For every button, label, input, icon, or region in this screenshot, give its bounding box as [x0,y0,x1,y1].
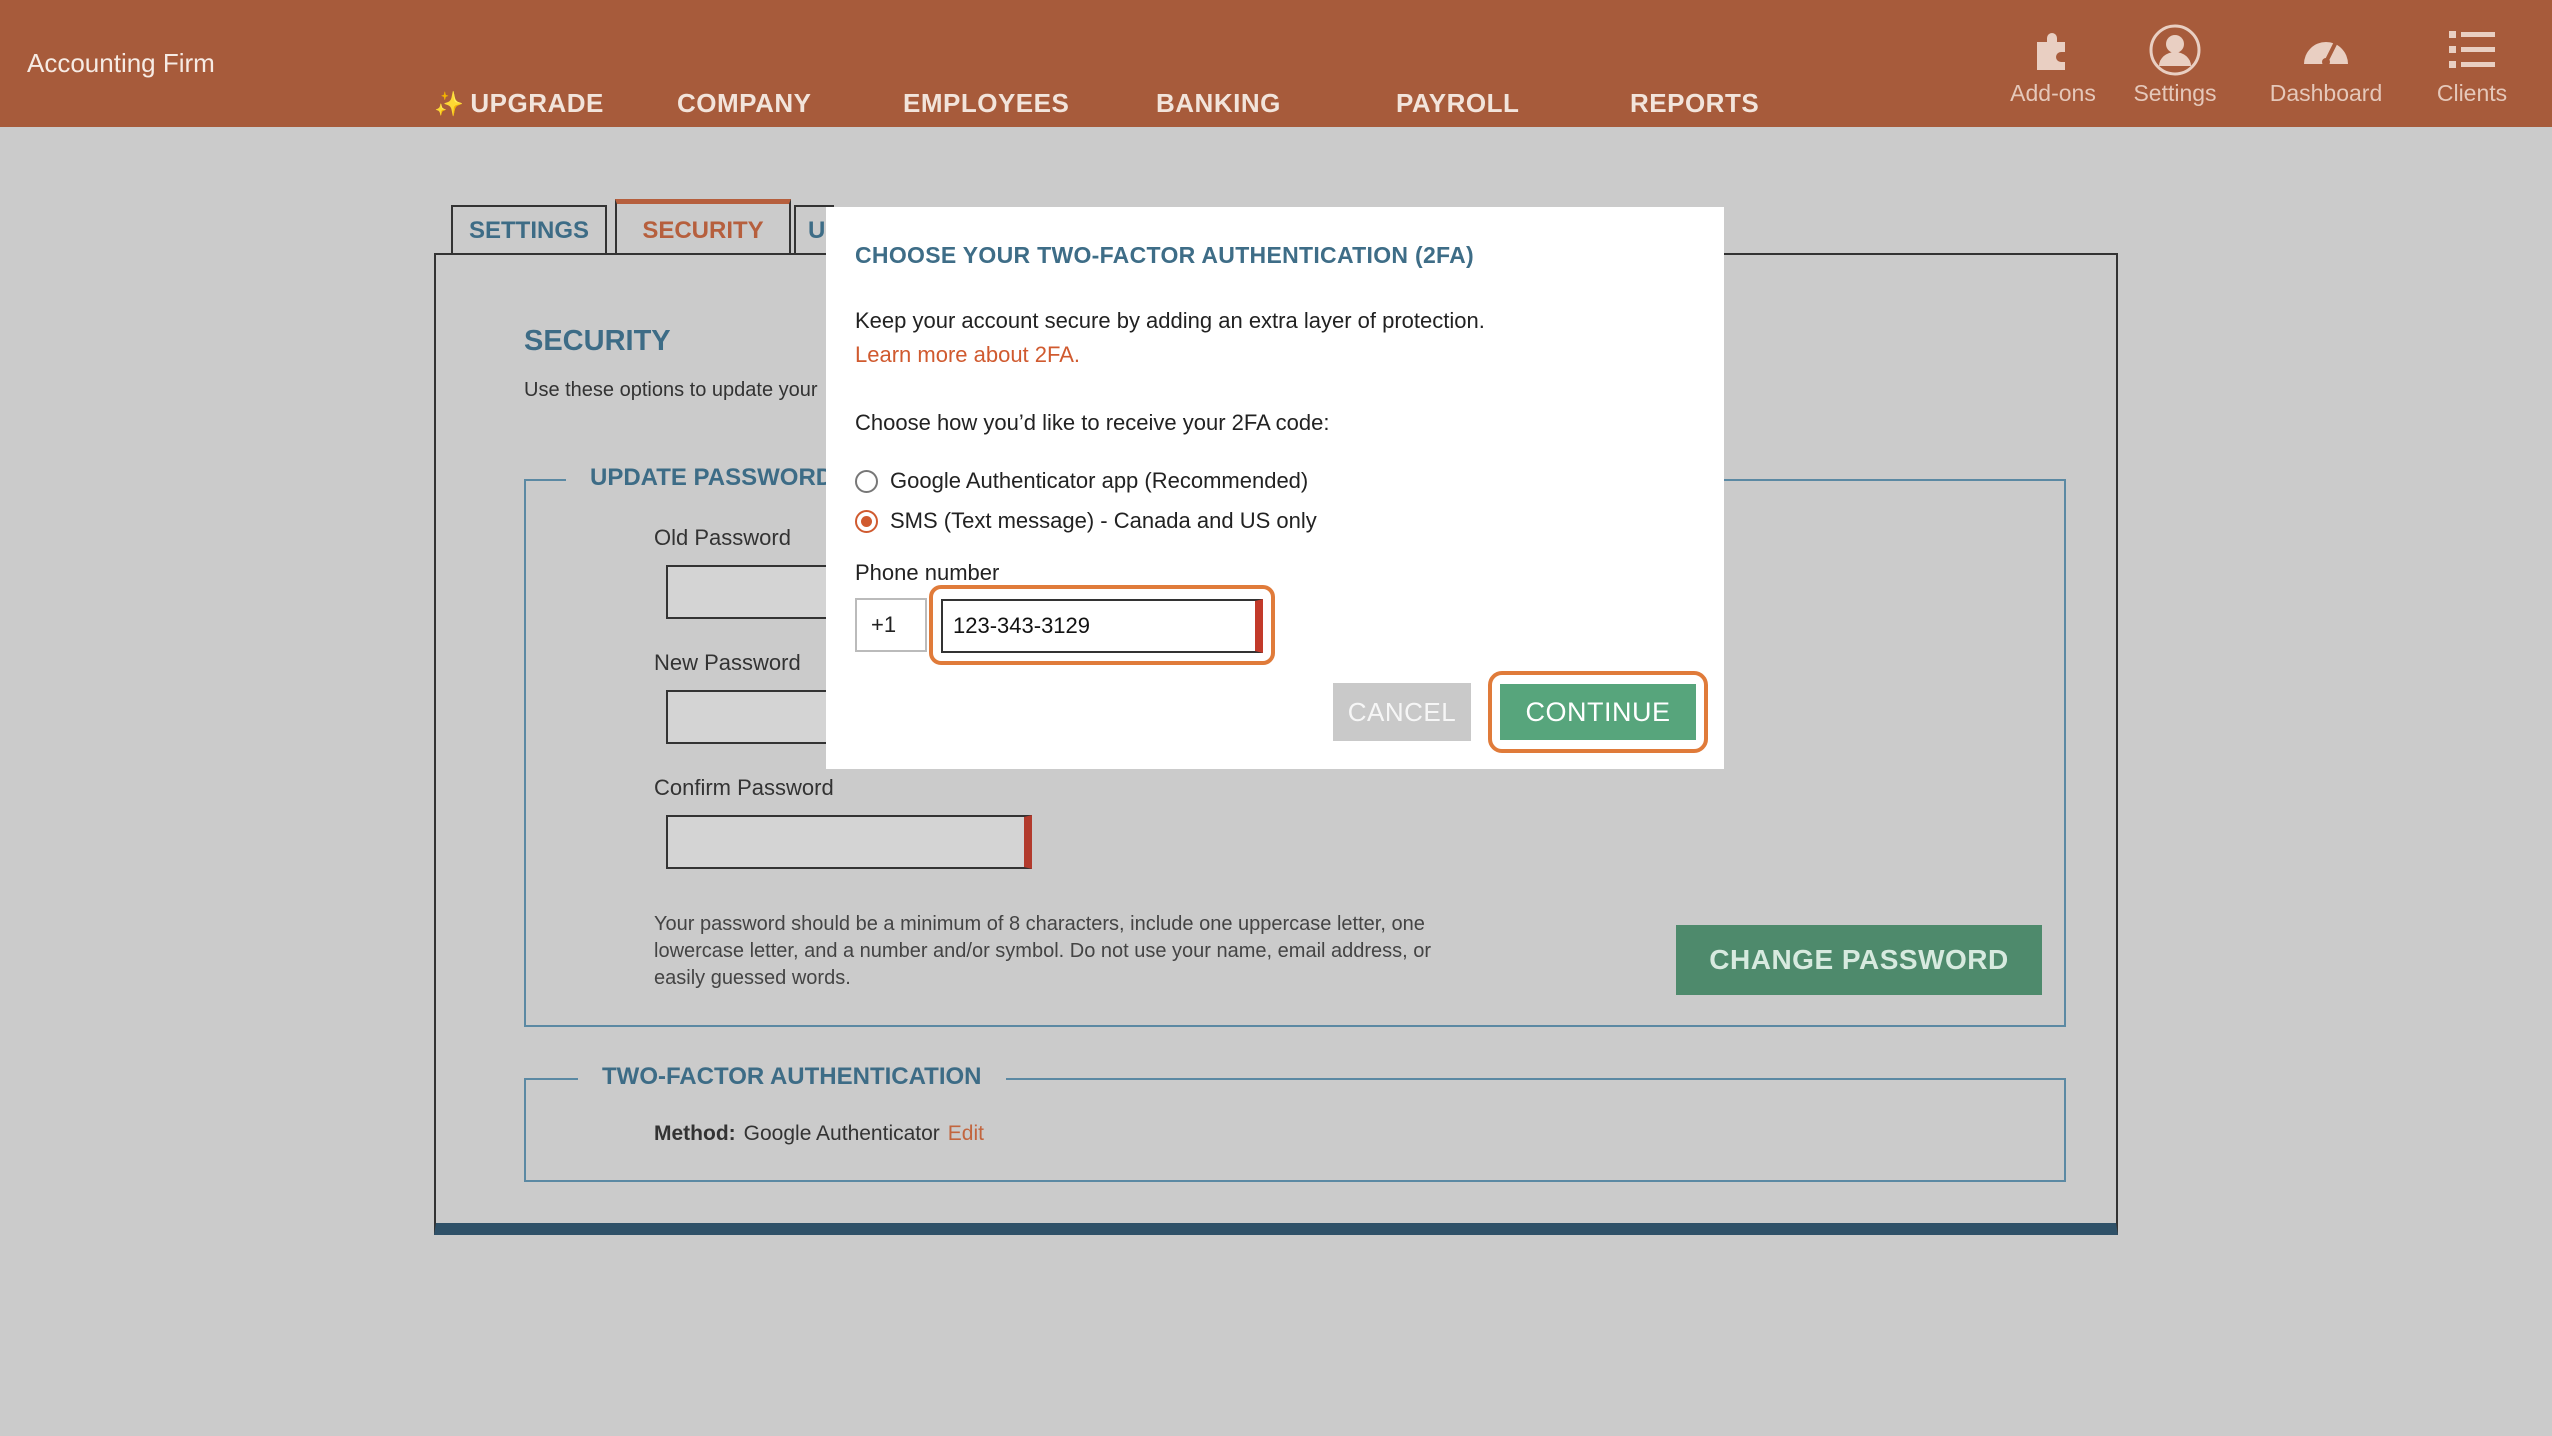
top-navigation-bar: Accounting Firm ✨ UPGRADE COMPANY EMPLOYE… [0,0,2552,127]
two-factor-method: Method: Google Authenticator Edit [654,1122,984,1146]
two-factor-legend: TWO-FACTOR AUTHENTICATION [578,1063,1006,1091]
country-code-field[interactable]: +1 [855,598,927,652]
continue-highlight: CONTINUE [1488,671,1708,753]
sparkle-icon: ✨ [434,91,465,118]
tool-settings[interactable]: Settings [2115,24,2235,107]
nav-employees[interactable]: EMPLOYEES [903,88,1069,119]
speedometer-icon [2266,24,2386,76]
option-sms[interactable]: SMS (Text message) - Canada and US only [855,508,1317,534]
option-label: SMS (Text message) - Canada and US only [890,508,1317,533]
new-password-label: New Password [654,650,801,675]
tool-addons[interactable]: Add-ons [1993,24,2113,107]
phone-number-label: Phone number [855,560,1000,585]
two-factor-modal: CHOOSE YOUR TWO-FACTOR AUTHENTICATION (2… [826,207,1724,769]
cancel-button[interactable]: CANCEL [1333,683,1471,741]
tool-dashboard[interactable]: Dashboard [2266,24,2386,107]
phone-number-input[interactable] [941,599,1263,653]
update-password-legend: UPDATE PASSWORD [566,464,858,492]
tool-settings-label: Settings [2133,80,2217,106]
option-google-authenticator[interactable]: Google Authenticator app (Recommended) [855,468,1308,494]
brand-name[interactable]: Accounting Firm [27,48,215,79]
phone-focus-highlight [929,585,1275,665]
user-circle-icon [2115,24,2235,76]
nav-upgrade[interactable]: ✨ UPGRADE [434,88,604,119]
tab-security[interactable]: SECURITY [615,199,791,257]
method-label: Method: [654,1122,736,1145]
tool-clients[interactable]: Clients [2412,24,2532,107]
modal-intro: Keep your account secure by adding an ex… [855,308,1485,333]
list-icon [2412,24,2532,76]
tab-settings[interactable]: SETTINGS [451,205,607,255]
nav-company[interactable]: COMPANY [677,88,811,119]
tool-clients-label: Clients [2436,80,2508,106]
option-label: Google Authenticator app (Recommended) [890,468,1309,493]
edit-method-link[interactable]: Edit [948,1122,984,1145]
password-hint: Your password should be a minimum of 8 c… [654,913,1432,989]
puzzle-icon [1993,24,2113,76]
method-value: Google Authenticator [743,1122,940,1145]
two-factor-section: TWO-FACTOR AUTHENTICATION Method: Google … [524,1063,2066,1182]
page-title: SECURITY [524,325,671,357]
page-description: Use these options to update your [524,379,818,401]
nav-reports[interactable]: REPORTS [1630,88,1759,119]
modal-prompt: Choose how you’d like to receive your 2F… [855,410,1330,435]
tool-dashboard-label: Dashboard [2269,80,2383,106]
nav-banking[interactable]: BANKING [1156,88,1281,119]
radio-button[interactable] [855,469,878,493]
learn-more-link[interactable]: Learn more about 2FA. [855,342,1080,368]
modal-title: CHOOSE YOUR TWO-FACTOR AUTHENTICATION (2… [855,242,1474,268]
change-password-button[interactable]: CHANGE PASSWORD [1676,925,2042,995]
continue-button[interactable]: CONTINUE [1500,684,1696,740]
radio-button-selected[interactable] [855,509,878,533]
old-password-label: Old Password [654,525,791,550]
confirm-password-field[interactable] [666,815,1032,869]
confirm-password-label: Confirm Password [654,775,834,800]
tool-addons-label: Add-ons [2010,80,2096,106]
nav-payroll[interactable]: PAYROLL [1396,88,1519,119]
nav-upgrade-label: UPGRADE [470,88,604,118]
